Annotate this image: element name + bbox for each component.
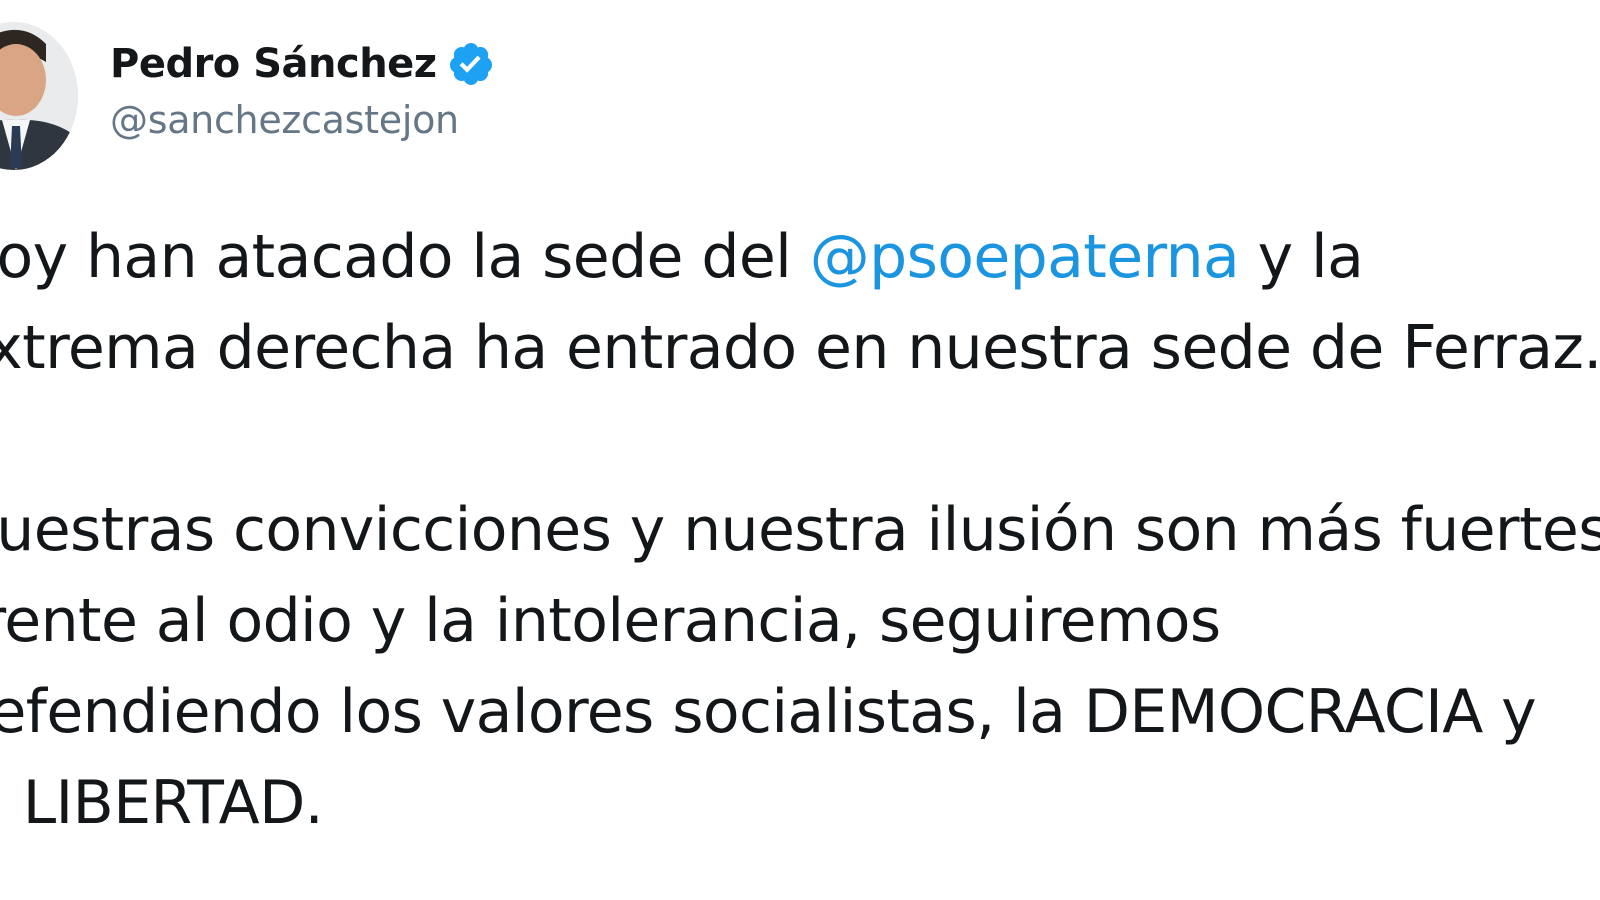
tweet-text-segment: y la	[1239, 222, 1364, 292]
tweet-line: Hoy han atacado la sede del @psoepaterna…	[0, 212, 1600, 303]
tweet-text: Hoy han atacado la sede del @psoepaterna…	[0, 212, 1600, 849]
display-name[interactable]: Pedro Sánchez	[110, 41, 437, 87]
tweet-line: extrema derecha ha entrado en nuestra se…	[0, 313, 1600, 383]
avatar[interactable]	[0, 22, 78, 170]
author-handle[interactable]: @sanchezcastejon	[110, 98, 459, 142]
tweet-line: la LIBERTAD.	[0, 768, 324, 838]
tweet-line: Nuestras convicciones y nuestra ilusión …	[0, 495, 1600, 565]
profile-photo-icon	[0, 22, 78, 170]
tweet-line: Frente al odio y la intolerancia, seguir…	[0, 586, 1221, 656]
author-name-row[interactable]: Pedro Sánchez	[110, 36, 495, 92]
tweet-text-segment: Hoy han atacado la sede del	[0, 222, 810, 292]
tweet-line: defendiendo los valores socialistas, la …	[0, 677, 1537, 747]
verified-badge-icon	[447, 40, 495, 88]
mention-link[interactable]: @psoepaterna	[810, 222, 1240, 292]
tweet-card: Pedro Sánchez @sanchezcastejon Hoy han a…	[0, 0, 1600, 900]
